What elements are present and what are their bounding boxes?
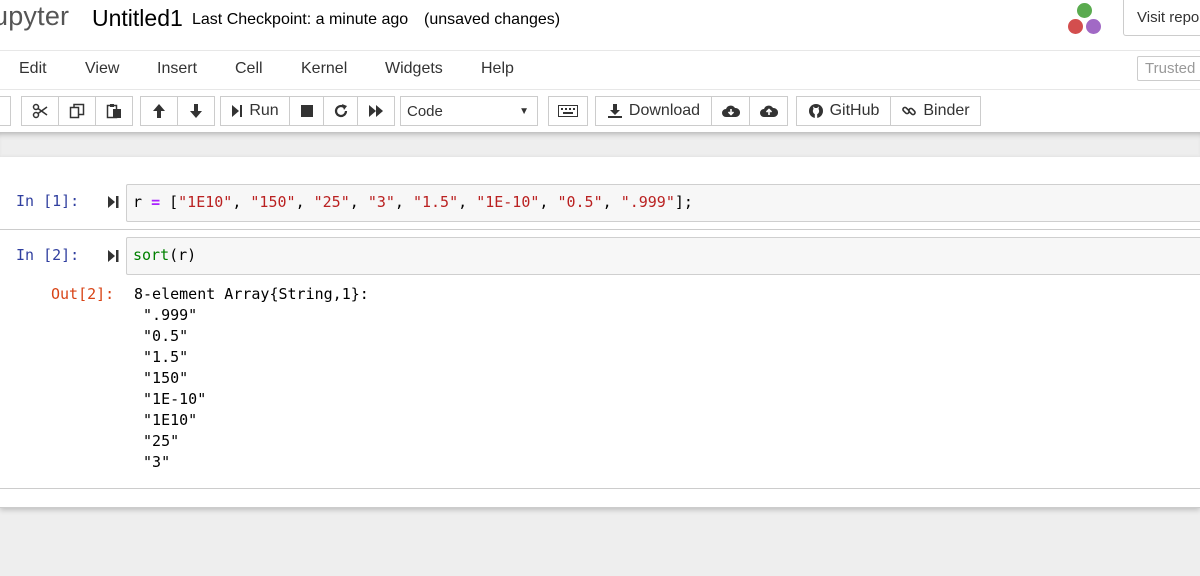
code-token: r: [133, 193, 143, 211]
cut-button[interactable]: [21, 96, 59, 126]
command-palette-button[interactable]: [548, 96, 588, 126]
run-label: Run: [249, 102, 279, 119]
step-forward-icon: [232, 105, 243, 117]
stop-icon: [300, 105, 313, 117]
output-line: "3": [134, 453, 171, 471]
scissors-icon: [32, 103, 48, 119]
code-token: "1E-10": [476, 193, 540, 211]
save-button[interactable]: [0, 96, 11, 126]
link-icon: [902, 106, 917, 116]
code-token: ,: [539, 193, 558, 211]
code-token: "0.5": [557, 193, 603, 211]
code-token: "150": [250, 193, 296, 211]
arrow-down-icon: [190, 104, 202, 118]
trusted-indicator[interactable]: Trusted: [1137, 56, 1200, 81]
menu-kernel[interactable]: Kernel: [301, 60, 347, 78]
code-token: (r): [169, 246, 197, 264]
move-down-button[interactable]: [177, 96, 215, 126]
fast-forward-icon: [369, 105, 383, 117]
github-label: GitHub: [829, 102, 880, 119]
jupyter-logo[interactable]: upyter: [0, 1, 69, 32]
code-token: =: [151, 193, 161, 211]
code-token: sort: [133, 246, 170, 264]
code-token: ,: [394, 193, 413, 211]
code-token: "3": [367, 193, 395, 211]
copy-icon: [69, 103, 85, 119]
code-token: ,: [232, 193, 251, 211]
download-icon: [607, 104, 622, 118]
header: upyter Untitled1 Last Checkpoint: a minu…: [0, 0, 1200, 51]
code-token: ,: [458, 193, 477, 211]
cloud-upload-icon: [759, 105, 778, 117]
checkpoint-status: Last Checkpoint: a minute ago: [192, 11, 409, 28]
restart-run-all-button[interactable]: [357, 96, 395, 126]
run-cell-icon[interactable]: [107, 249, 120, 263]
keyboard-icon: [558, 105, 578, 117]
output-prompt: Out[2]:: [51, 285, 115, 303]
restart-button[interactable]: [323, 96, 358, 126]
input-prompt: In [1]:: [16, 192, 80, 210]
download-button[interactable]: Download: [595, 96, 712, 126]
cell-type-value: Code: [407, 103, 443, 120]
code-input-area[interactable]: r = ["1E10", "150", "25", "3", "1.5", "1…: [126, 184, 1200, 222]
code-token: "25": [313, 193, 350, 211]
cloud-download-icon: [721, 105, 740, 117]
binder-button[interactable]: Binder: [890, 96, 981, 126]
arrow-up-icon: [153, 104, 165, 118]
code-editor[interactable]: sort(r): [133, 246, 196, 264]
output-line: ".999": [134, 306, 198, 324]
code-token: "1E10": [178, 193, 233, 211]
output-line: "25": [134, 432, 180, 450]
menu-view[interactable]: View: [85, 60, 119, 78]
menu-widgets[interactable]: Widgets: [385, 60, 443, 78]
code-token: ".999": [620, 193, 675, 211]
brand-logo-icon: [1066, 3, 1106, 37]
download-label: Download: [628, 102, 701, 119]
cloud-upload-button[interactable]: [749, 96, 788, 126]
menubar: Edit View Insert Cell Kernel Widgets Hel…: [0, 51, 1200, 90]
run-button[interactable]: Run: [220, 96, 290, 126]
toolbar: Run Download GitHub Binder: [0, 90, 1200, 132]
code-token: [: [160, 193, 179, 211]
output-line: "1.5": [134, 348, 189, 366]
code-input-area[interactable]: sort(r): [126, 237, 1200, 275]
notebook-name[interactable]: Untitled1: [92, 5, 183, 32]
run-cell-icon[interactable]: [107, 195, 120, 209]
output-line: "150": [134, 369, 189, 387]
copy-button[interactable]: [58, 96, 96, 126]
toolbar-shadow: [0, 132, 1200, 157]
paste-button[interactable]: [95, 96, 133, 126]
menu-edit[interactable]: Edit: [19, 60, 47, 78]
cell-type-select[interactable]: Code ▼: [400, 96, 538, 126]
menu-help[interactable]: Help: [481, 60, 514, 78]
menu-insert[interactable]: Insert: [157, 60, 197, 78]
code-token: ,: [349, 193, 368, 211]
code-token: ];: [674, 193, 693, 211]
cloud-download-button[interactable]: [711, 96, 750, 126]
dropdown-arrow-icon: ▼: [519, 106, 529, 117]
output-line: "1E10": [134, 411, 198, 429]
output-line: 8-element Array{String,1}:: [134, 285, 369, 303]
visit-repo-button[interactable]: Visit repo: [1123, 0, 1200, 36]
unsaved-changes-status: (unsaved changes): [424, 11, 561, 28]
code-token: ,: [602, 193, 621, 211]
github-button[interactable]: GitHub: [796, 96, 891, 126]
code-token: ,: [295, 193, 314, 211]
paste-icon: [106, 104, 121, 119]
restart-icon: [334, 104, 347, 118]
input-prompt: In [2]:: [16, 246, 80, 264]
interrupt-button[interactable]: [289, 96, 324, 126]
output-line: "1E-10": [134, 390, 207, 408]
notebook-container: In [1]: r = ["1E10", "150", "25", "3", "…: [0, 157, 1200, 508]
binder-label: Binder: [923, 102, 970, 119]
cell-divider: [0, 488, 1200, 489]
cell-divider: [0, 229, 1200, 230]
code-token: "1.5": [412, 193, 459, 211]
menu-cell[interactable]: Cell: [235, 60, 263, 78]
code-editor[interactable]: r = ["1E10", "150", "25", "3", "1.5", "1…: [133, 193, 693, 211]
move-up-button[interactable]: [140, 96, 178, 126]
output-line: "0.5": [134, 327, 189, 345]
github-icon: [808, 104, 823, 118]
